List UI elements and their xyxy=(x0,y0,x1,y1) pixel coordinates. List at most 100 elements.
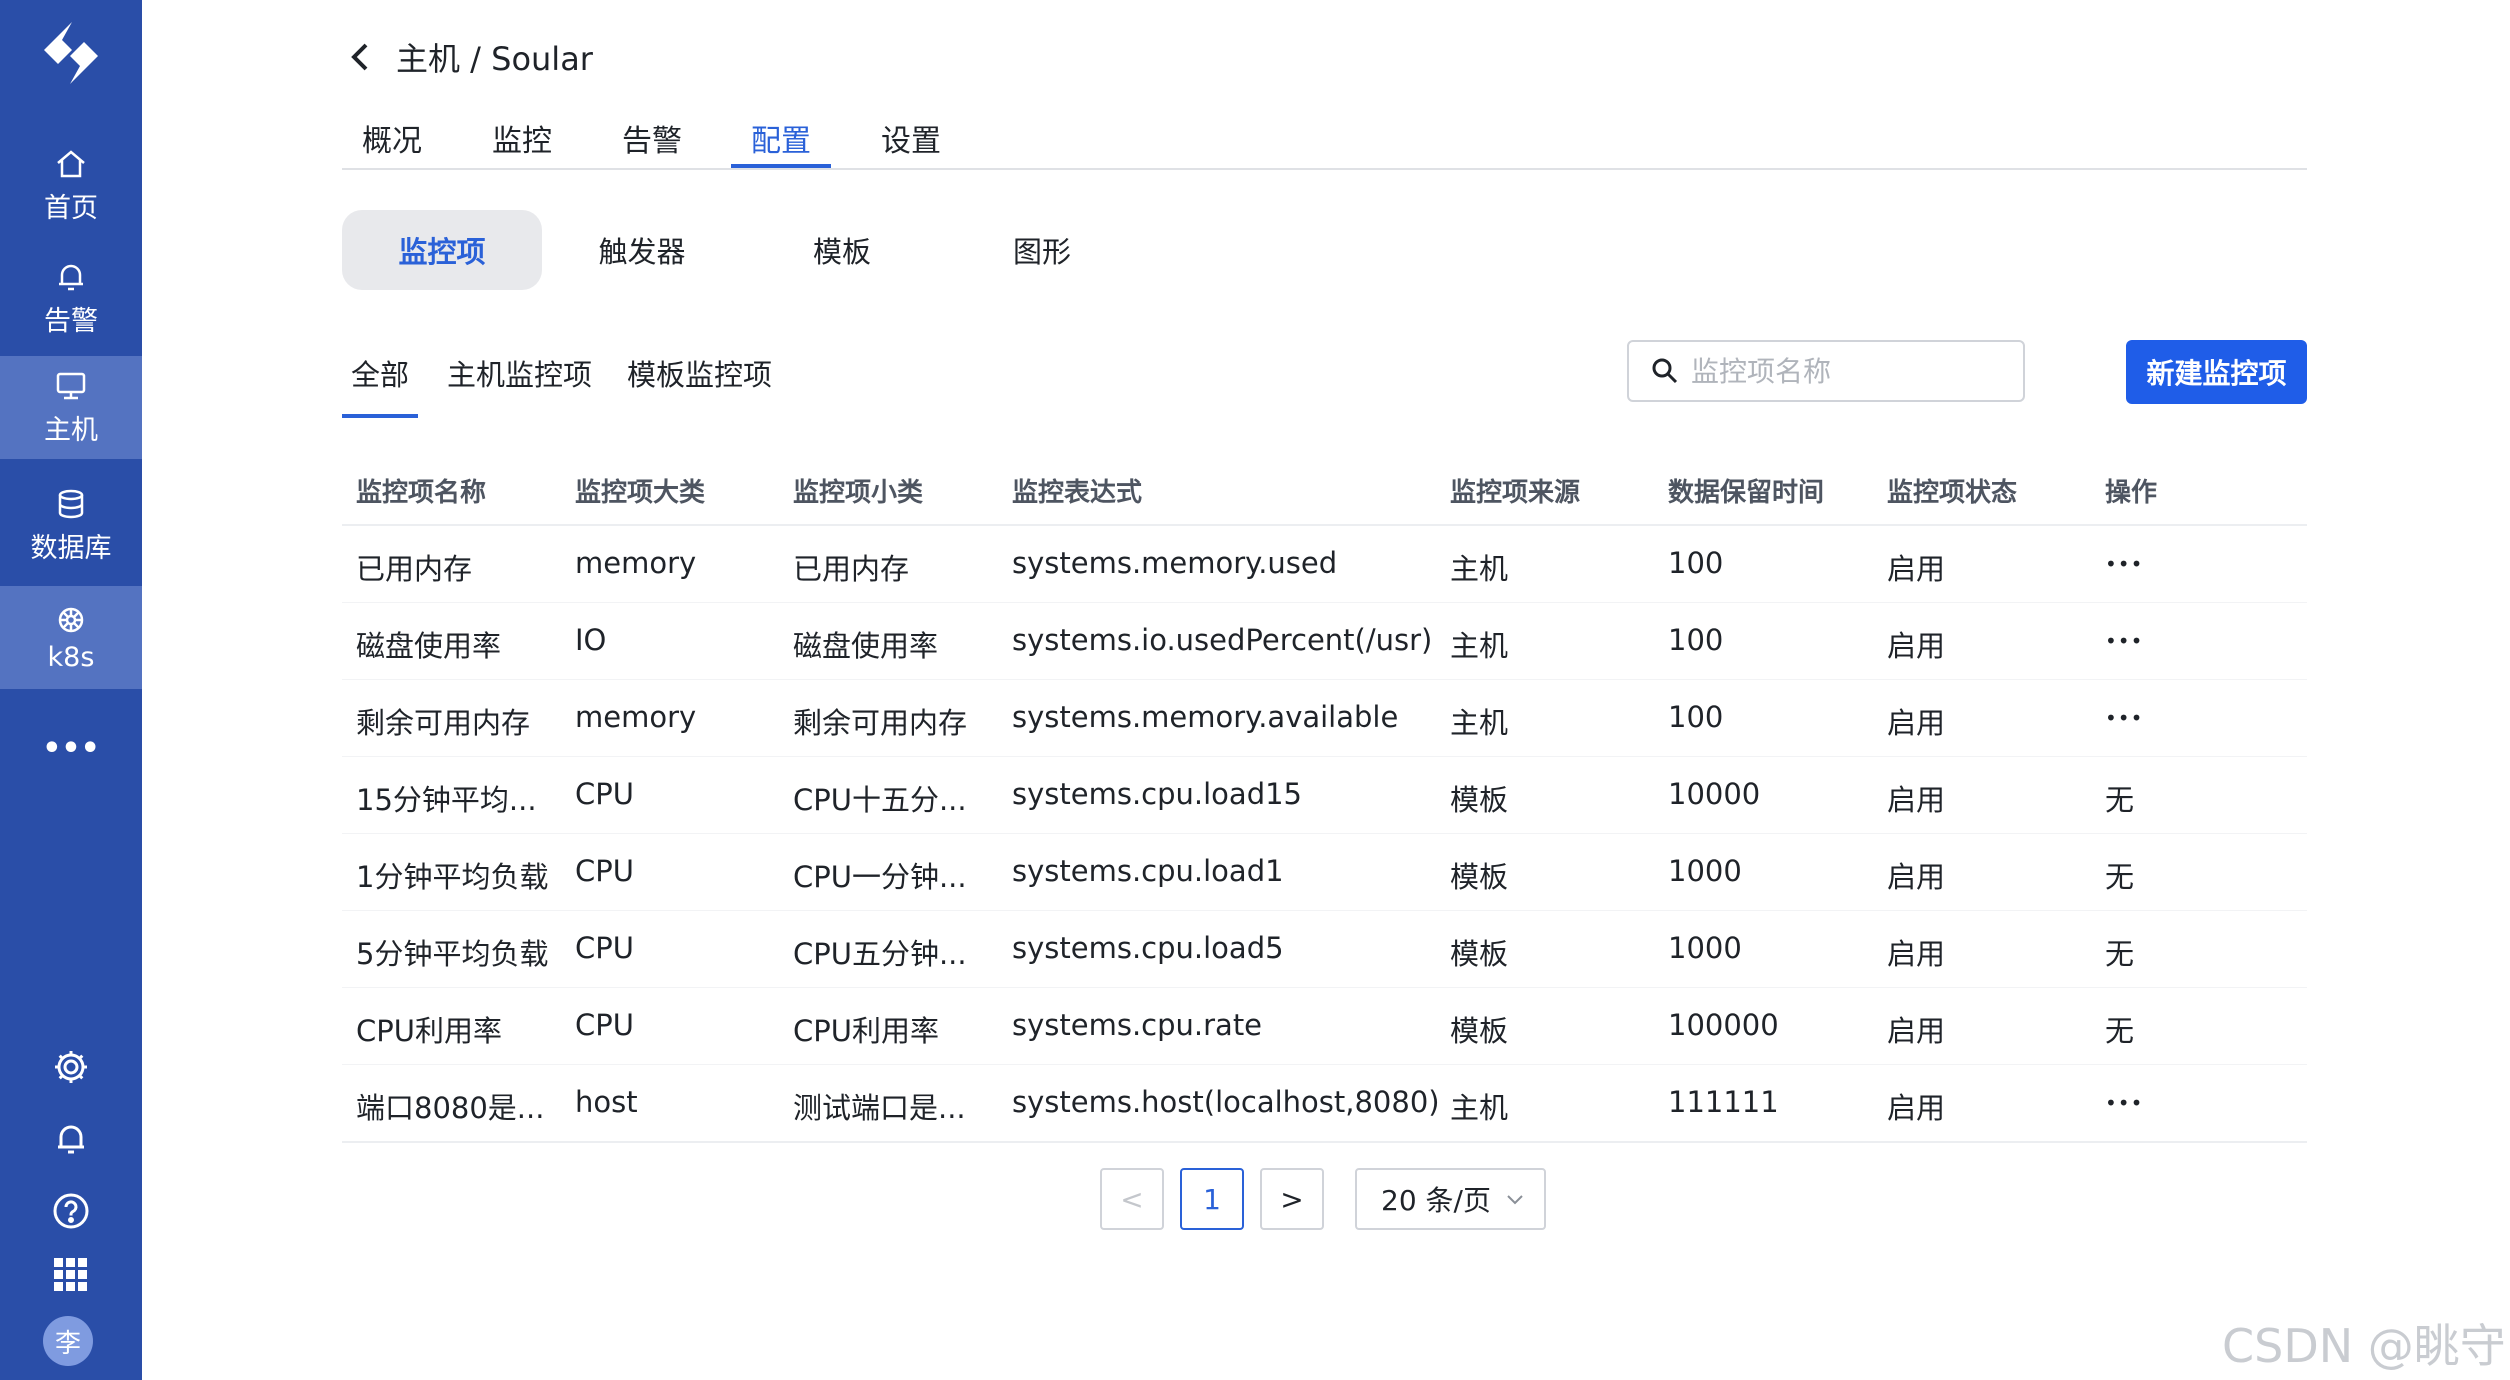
settings-button[interactable] xyxy=(46,1042,96,1092)
cell-status: 启用 xyxy=(1887,783,1946,817)
help-icon xyxy=(53,1193,89,1229)
sidebar-item-label: k8s xyxy=(47,642,95,673)
cell-subcategory: CPU利用率 xyxy=(793,1014,939,1048)
table-row: CPU利用率 CPU CPU利用率 systems.cpu.rate 模板 100000 启… xyxy=(342,988,2307,1065)
column-header: 监控项名称 xyxy=(356,478,487,508)
cell-retention: 100 xyxy=(1668,546,1724,580)
search-input[interactable] xyxy=(1689,353,2013,389)
sidebar-item-hosts[interactable]: 主机 xyxy=(0,356,142,459)
cell-name: 已用内存 xyxy=(356,552,473,586)
cell-retention: 100 xyxy=(1668,623,1724,657)
tab-alerts[interactable]: 告警 xyxy=(602,108,702,168)
apps-button[interactable] xyxy=(46,1250,96,1300)
cell-name: 5分钟平均负载 xyxy=(356,937,549,971)
column-header: 监控项大类 xyxy=(575,478,706,508)
cell-source: 主机 xyxy=(1450,1091,1509,1125)
cell-status: 启用 xyxy=(1887,1091,1946,1125)
cell-retention: 1000 xyxy=(1668,854,1742,888)
cell-expression: systems.cpu.rate xyxy=(1012,1008,1263,1042)
back-arrow-icon[interactable] xyxy=(346,39,376,75)
sidebar-item-home[interactable]: 首页 xyxy=(0,134,142,237)
table-body: 已用内存 memory 已用内存 systems.memory.used 主机 100 启用… xyxy=(342,526,2307,1143)
cell-category: host xyxy=(575,1085,638,1119)
tab-settings[interactable]: 设置 xyxy=(861,108,961,168)
cell-category: CPU xyxy=(575,854,634,888)
cell-subcategory: CPU五分钟... xyxy=(793,937,967,971)
cell-name: 15分钟平均... xyxy=(356,783,537,817)
cell-category: IO xyxy=(575,623,607,657)
cell-name: 剩余可用内存 xyxy=(356,706,531,740)
page-size-value: 20 条/页 xyxy=(1381,1184,1491,1217)
cell-source: 主机 xyxy=(1450,552,1509,586)
column-header: 数据保留时间 xyxy=(1668,478,1825,508)
filter-host-items[interactable]: 主机监控项 xyxy=(447,352,592,414)
cell-expression: systems.cpu.load1 xyxy=(1012,854,1284,888)
page-title: 主机 / Soular xyxy=(396,40,593,78)
sidebar-item-label: 数据库 xyxy=(30,533,112,564)
tab-monitor[interactable]: 监控 xyxy=(472,108,572,168)
avatar[interactable]: 李 xyxy=(43,1316,93,1366)
chevron-down-icon xyxy=(1507,1195,1523,1205)
cell-subcategory: 剩余可用内存 xyxy=(793,706,968,740)
sidebar-item-k8s[interactable]: k8s xyxy=(0,586,142,689)
cell-expression: systems.memory.used xyxy=(1012,546,1338,580)
cell-source: 模板 xyxy=(1450,783,1509,817)
next-page-button[interactable]: > xyxy=(1260,1168,1324,1230)
filter-template-items[interactable]: 模板监控项 xyxy=(627,352,772,414)
cell-status: 启用 xyxy=(1887,629,1946,663)
cell-status: 启用 xyxy=(1887,860,1946,894)
help-button[interactable] xyxy=(46,1186,96,1236)
cell-retention: 10000 xyxy=(1668,777,1761,811)
cell-name: 磁盘使用率 xyxy=(356,629,502,663)
notifications-button[interactable] xyxy=(46,1114,96,1164)
cell-source: 主机 xyxy=(1450,629,1509,663)
cell-expression: systems.host(localhost,8080) xyxy=(1012,1085,1440,1119)
column-header: 监控表达式 xyxy=(1012,478,1143,508)
watermark: CSDN @眺守 xyxy=(2222,1319,2506,1373)
cell-expression: systems.memory.available xyxy=(1012,700,1399,734)
sidebar-more-button[interactable]: ••• xyxy=(0,700,142,796)
gear-icon xyxy=(55,1051,87,1083)
filter-all[interactable]: 全部 xyxy=(342,352,418,418)
table-row: 磁盘使用率 IO 磁盘使用率 systems.io.usedPercent(/usr)… xyxy=(342,603,2307,680)
cell-status: 启用 xyxy=(1887,937,1946,971)
cell-actions: 无 xyxy=(2105,937,2135,971)
logo-icon[interactable] xyxy=(32,18,110,88)
more-icon: ••• xyxy=(42,730,100,766)
cell-source: 模板 xyxy=(1450,937,1509,971)
table-header: 监控项名称 监控项大类 监控项小类 监控表达式 监控项来源 数据保留时间 监控项… xyxy=(342,458,2307,526)
sidebar-item-database[interactable]: 数据库 xyxy=(0,474,142,577)
segment-graphs[interactable]: 图形 xyxy=(942,210,1142,290)
grid-icon xyxy=(54,1258,87,1291)
tab-config[interactable]: 配置 xyxy=(731,108,831,168)
breadcrumb: 主机 / Soular xyxy=(346,34,593,80)
cell-subcategory: 已用内存 xyxy=(793,552,910,586)
cell-actions: 无 xyxy=(2105,783,2135,817)
cell-name: CPU利用率 xyxy=(356,1014,502,1048)
row-actions-button[interactable]: ••• xyxy=(2105,706,2143,730)
row-actions-button[interactable]: ••• xyxy=(2105,629,2143,653)
segment-triggers[interactable]: 触发器 xyxy=(542,210,742,290)
row-actions-button[interactable]: ••• xyxy=(2105,552,2143,576)
row-actions-button[interactable]: ••• xyxy=(2105,1091,2143,1115)
page-1-button[interactable]: 1 xyxy=(1180,1168,1244,1230)
segment-templates[interactable]: 模板 xyxy=(742,210,942,290)
table-row: 已用内存 memory 已用内存 systems.memory.used 主机 100 启用… xyxy=(342,526,2307,603)
table-row: 15分钟平均... CPU CPU十五分... systems.cpu.load15 模… xyxy=(342,757,2307,834)
create-item-button[interactable]: 新建监控项 xyxy=(2126,340,2307,404)
table-row: 5分钟平均负载 CPU CPU五分钟... systems.cpu.load5 模板 10… xyxy=(342,911,2307,988)
cell-subcategory: CPU十五分... xyxy=(793,783,967,817)
cell-status: 启用 xyxy=(1887,706,1946,740)
cell-retention: 1000 xyxy=(1668,931,1742,965)
items-table: 监控项名称 监控项大类 监控项小类 监控表达式 监控项来源 数据保留时间 监控项… xyxy=(342,458,2307,1143)
cell-category: CPU xyxy=(575,931,634,965)
segment-items[interactable]: 监控项 xyxy=(342,210,542,290)
tab-overview[interactable]: 概况 xyxy=(342,108,442,168)
page-size-select[interactable]: 20 条/页 xyxy=(1355,1168,1546,1230)
search-box[interactable] xyxy=(1627,340,2025,402)
sidebar-item-alerts[interactable]: 告警 xyxy=(0,247,142,350)
cell-category: memory xyxy=(575,700,697,734)
database-icon xyxy=(58,489,84,519)
prev-page-button[interactable]: < xyxy=(1100,1168,1164,1230)
column-header: 监控项来源 xyxy=(1450,478,1581,508)
